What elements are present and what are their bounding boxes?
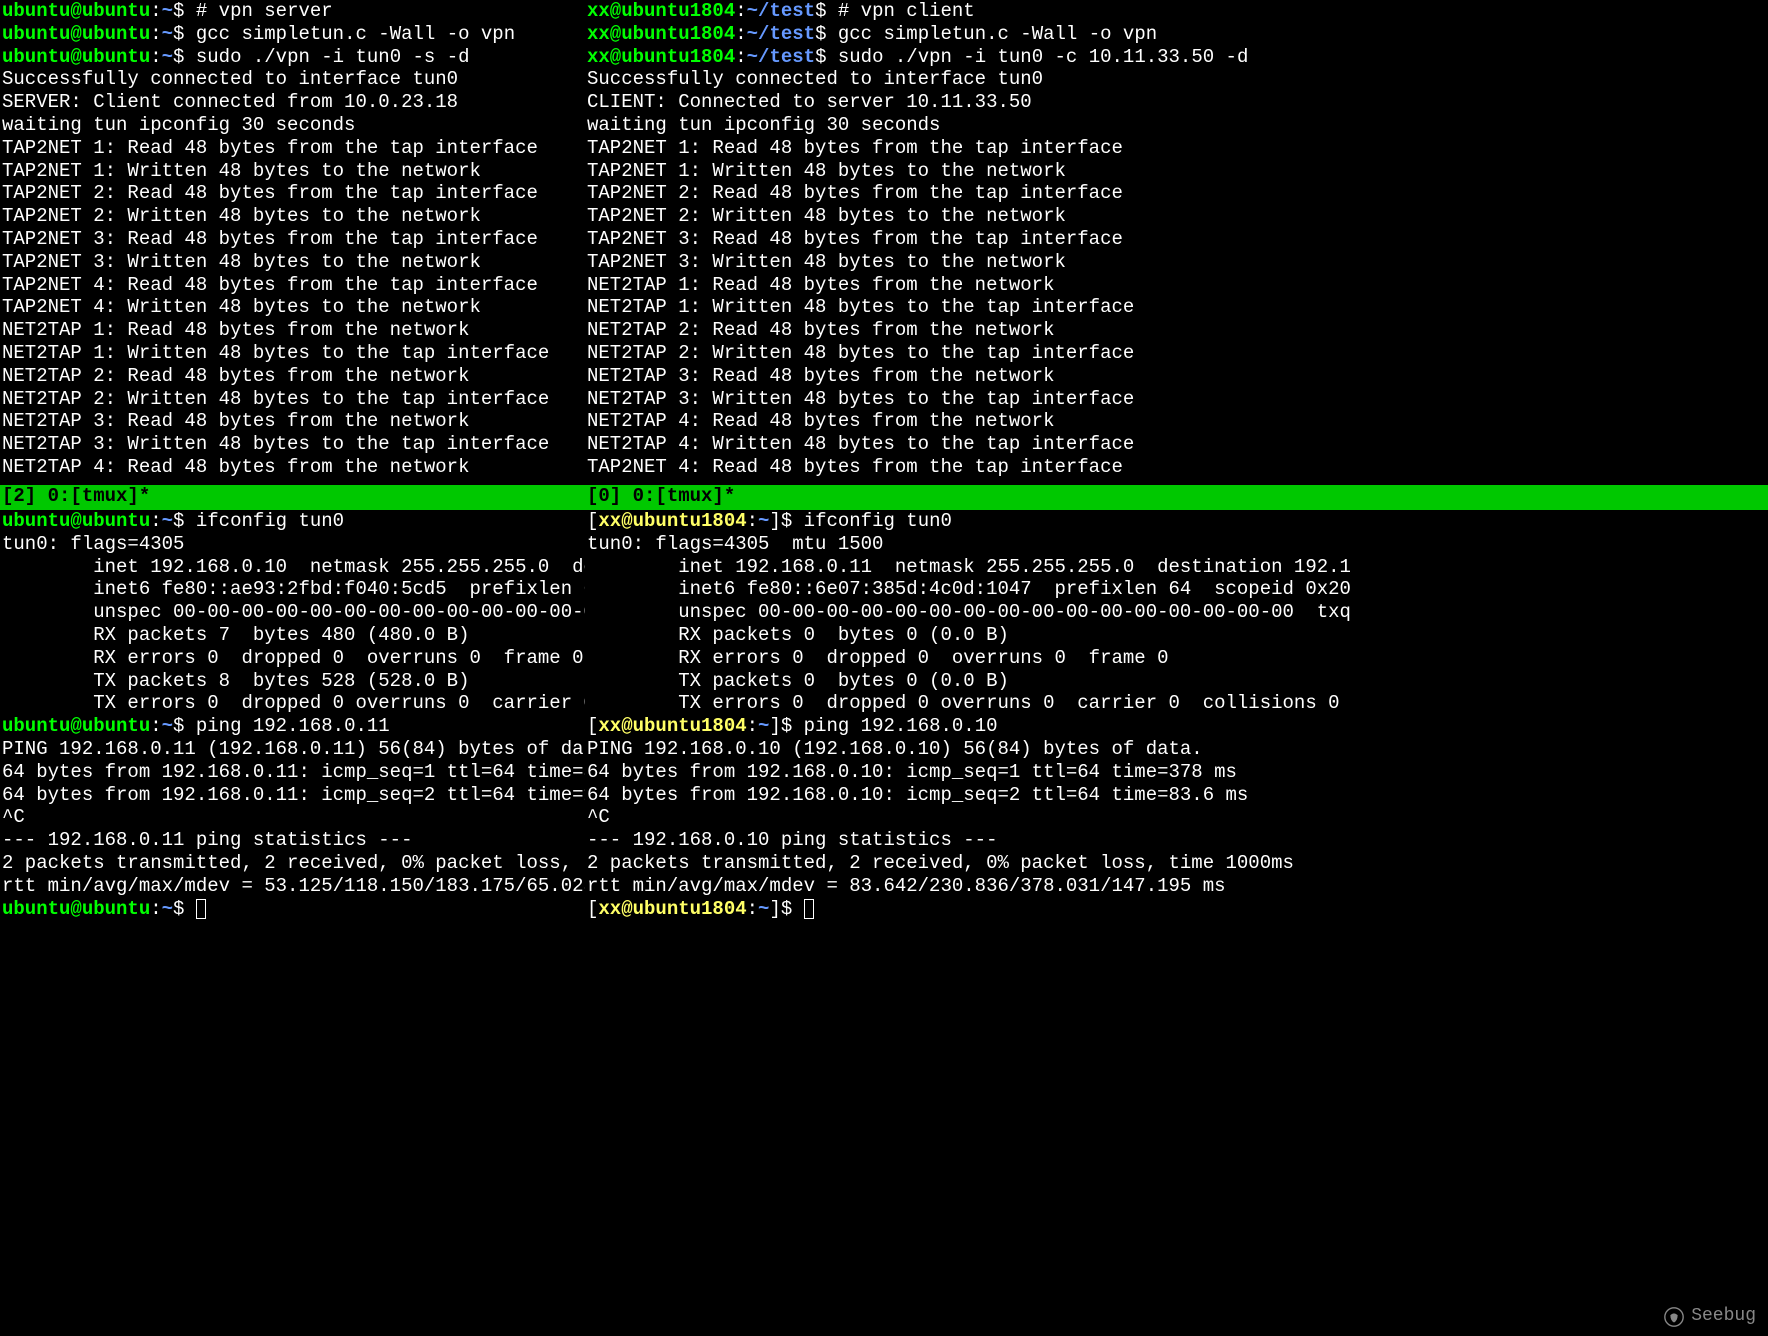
- output-line: 2 packets transmitted, 2 received, 0% pa…: [2, 852, 583, 875]
- output-line: --- 192.168.0.11 ping statistics ---: [2, 829, 583, 852]
- output-line: 64 bytes from 192.168.0.10: icmp_seq=2 t…: [587, 784, 1766, 807]
- output-line: TAP2NET 3: Read 48 bytes from the tap in…: [2, 228, 583, 251]
- prompt-line[interactable]: [xx@ubuntu1804:~]$ ifconfig tun0: [587, 510, 1766, 533]
- terminal-pane-client-bottom[interactable]: [xx@ubuntu1804:~]$ ifconfig tun0tun0: fl…: [585, 510, 1768, 1336]
- bug-icon: [1663, 1306, 1685, 1328]
- output-line: TAP2NET 3: Read 48 bytes from the tap in…: [587, 228, 1766, 251]
- prompt-line[interactable]: xx@ubuntu1804:~/test$ # vpn client: [587, 0, 1766, 23]
- output-line: 2 packets transmitted, 2 received, 0% pa…: [587, 852, 1766, 875]
- output-line: tun0: flags=4305: [2, 533, 583, 556]
- output-line: NET2TAP 3: Written 48 bytes to the tap i…: [587, 388, 1766, 411]
- output-line: rtt min/avg/max/mdev = 83.642/230.836/37…: [587, 875, 1766, 898]
- terminal-pane-server-bottom[interactable]: ubuntu@ubuntu:~$ ifconfig tun0tun0: flag…: [0, 510, 585, 1336]
- prompt-line[interactable]: xx@ubuntu1804:~/test$ sudo ./vpn -i tun0…: [587, 46, 1766, 69]
- output-line: inet 192.168.0.10 netmask 255.255.255.0 …: [2, 556, 583, 579]
- output-line: --- 192.168.0.10 ping statistics ---: [587, 829, 1766, 852]
- output-line: TAP2NET 4: Read 48 bytes from the tap in…: [587, 456, 1766, 479]
- output-line: RX packets 0 bytes 0 (0.0 B): [587, 624, 1766, 647]
- output-line: TAP2NET 1: Read 48 bytes from the tap in…: [587, 137, 1766, 160]
- output-line: NET2TAP 3: Written 48 bytes to the tap i…: [2, 433, 583, 456]
- output-line: TAP2NET 1: Written 48 bytes to the netwo…: [587, 160, 1766, 183]
- output-line: CLIENT: Connected to server 10.11.33.50: [587, 91, 1766, 114]
- output-line: NET2TAP 2: Read 48 bytes from the networ…: [2, 365, 583, 388]
- output-line: NET2TAP 4: Written 48 bytes to the tap i…: [587, 433, 1766, 456]
- output-line: TX packets 8 bytes 528 (528.0 B): [2, 670, 583, 693]
- output-line: TAP2NET 2: Written 48 bytes to the netwo…: [2, 205, 583, 228]
- output-line: TX errors 0 dropped 0 overruns 0 carrier…: [2, 692, 583, 715]
- output-line: 64 bytes from 192.168.0.10: icmp_seq=1 t…: [587, 761, 1766, 784]
- watermark-logo: Seebug: [1663, 1305, 1756, 1328]
- output-line: NET2TAP 4: Read 48 bytes from the networ…: [2, 456, 583, 479]
- output-line: RX errors 0 dropped 0 overruns 0 frame 0: [587, 647, 1766, 670]
- terminal-pane-server-top[interactable]: ubuntu@ubuntu:~$ # vpn serverubuntu@ubun…: [0, 0, 585, 485]
- output-line: TX packets 0 bytes 0 (0.0 B): [587, 670, 1766, 693]
- output-line: NET2TAP 1: Read 48 bytes from the networ…: [2, 319, 583, 342]
- output-line: TAP2NET 1: Read 48 bytes from the tap in…: [2, 137, 583, 160]
- output-line: NET2TAP 1: Read 48 bytes from the networ…: [587, 274, 1766, 297]
- output-line: NET2TAP 3: Read 48 bytes from the networ…: [2, 410, 583, 433]
- output-line: waiting tun ipconfig 30 seconds: [2, 114, 583, 137]
- output-line: RX packets 7 bytes 480 (480.0 B): [2, 624, 583, 647]
- output-line: tun0: flags=4305 mtu 1500: [587, 533, 1766, 556]
- output-line: NET2TAP 3: Read 48 bytes from the networ…: [587, 365, 1766, 388]
- prompt-line[interactable]: ubuntu@ubuntu:~$ gcc simpletun.c -Wall -…: [2, 23, 583, 46]
- tmux-status-right: [0] 0:[tmux]*: [585, 485, 1768, 510]
- output-line: inet 192.168.0.11 netmask 255.255.255.0 …: [587, 556, 1766, 579]
- output-line: TAP2NET 1: Written 48 bytes to the netwo…: [2, 160, 583, 183]
- prompt-line[interactable]: ubuntu@ubuntu:~$ ifconfig tun0: [2, 510, 583, 533]
- output-line: NET2TAP 2: Read 48 bytes from the networ…: [587, 319, 1766, 342]
- output-line: TX errors 0 dropped 0 overruns 0 carrier…: [587, 692, 1766, 715]
- output-line: ^C: [2, 806, 583, 829]
- output-line: 64 bytes from 192.168.0.11: icmp_seq=2 t…: [2, 784, 583, 807]
- output-line: Successfully connected to interface tun0: [2, 68, 583, 91]
- output-line: TAP2NET 2: Read 48 bytes from the tap in…: [2, 182, 583, 205]
- output-line: NET2TAP 4: Read 48 bytes from the networ…: [587, 410, 1766, 433]
- output-line: TAP2NET 4: Read 48 bytes from the tap in…: [2, 274, 583, 297]
- output-line: NET2TAP 1: Written 48 bytes to the tap i…: [2, 342, 583, 365]
- output-line: waiting tun ipconfig 30 seconds: [587, 114, 1766, 137]
- output-line: NET2TAP 1: Written 48 bytes to the tap i…: [587, 296, 1766, 319]
- output-line: TAP2NET 2: Written 48 bytes to the netwo…: [587, 205, 1766, 228]
- output-line: inet6 fe80::ae93:2fbd:f040:5cd5 prefixle…: [2, 578, 583, 601]
- prompt-line[interactable]: ubuntu@ubuntu:~$ sudo ./vpn -i tun0 -s -…: [2, 46, 583, 69]
- output-line: NET2TAP 2: Written 48 bytes to the tap i…: [587, 342, 1766, 365]
- output-line: TAP2NET 2: Read 48 bytes from the tap in…: [587, 182, 1766, 205]
- output-line: unspec 00-00-00-00-00-00-00-00-00-00-00-…: [2, 601, 583, 624]
- output-line: 64 bytes from 192.168.0.11: icmp_seq=1 t…: [2, 761, 583, 784]
- output-line: ^C: [587, 806, 1766, 829]
- terminal-pane-client-top[interactable]: xx@ubuntu1804:~/test$ # vpn clientxx@ubu…: [585, 0, 1768, 485]
- prompt-line[interactable]: ubuntu@ubuntu:~$ # vpn server: [2, 0, 583, 23]
- output-line: TAP2NET 3: Written 48 bytes to the netwo…: [587, 251, 1766, 274]
- prompt-line[interactable]: [xx@ubuntu1804:~]$ ping 192.168.0.10: [587, 715, 1766, 738]
- output-line: RX errors 0 dropped 0 overruns 0 frame 0: [2, 647, 583, 670]
- output-line: PING 192.168.0.11 (192.168.0.11) 56(84) …: [2, 738, 583, 761]
- output-line: Successfully connected to interface tun0: [587, 68, 1766, 91]
- output-line: TAP2NET 4: Written 48 bytes to the netwo…: [2, 296, 583, 319]
- output-line: NET2TAP 2: Written 48 bytes to the tap i…: [2, 388, 583, 411]
- output-line: unspec 00-00-00-00-00-00-00-00-00-00-00-…: [587, 601, 1766, 624]
- output-line: SERVER: Client connected from 10.0.23.18: [2, 91, 583, 114]
- tmux-status-left: [2] 0:[tmux]*: [0, 485, 585, 510]
- output-line: PING 192.168.0.10 (192.168.0.10) 56(84) …: [587, 738, 1766, 761]
- prompt-line[interactable]: ubuntu@ubuntu:~$: [2, 898, 583, 921]
- prompt-line[interactable]: xx@ubuntu1804:~/test$ gcc simpletun.c -W…: [587, 23, 1766, 46]
- prompt-line[interactable]: [xx@ubuntu1804:~]$: [587, 898, 1766, 921]
- output-line: inet6 fe80::6e07:385d:4c0d:1047 prefixle…: [587, 578, 1766, 601]
- output-line: rtt min/avg/max/mdev = 53.125/118.150/18…: [2, 875, 583, 898]
- output-line: TAP2NET 3: Written 48 bytes to the netwo…: [2, 251, 583, 274]
- prompt-line[interactable]: ubuntu@ubuntu:~$ ping 192.168.0.11: [2, 715, 583, 738]
